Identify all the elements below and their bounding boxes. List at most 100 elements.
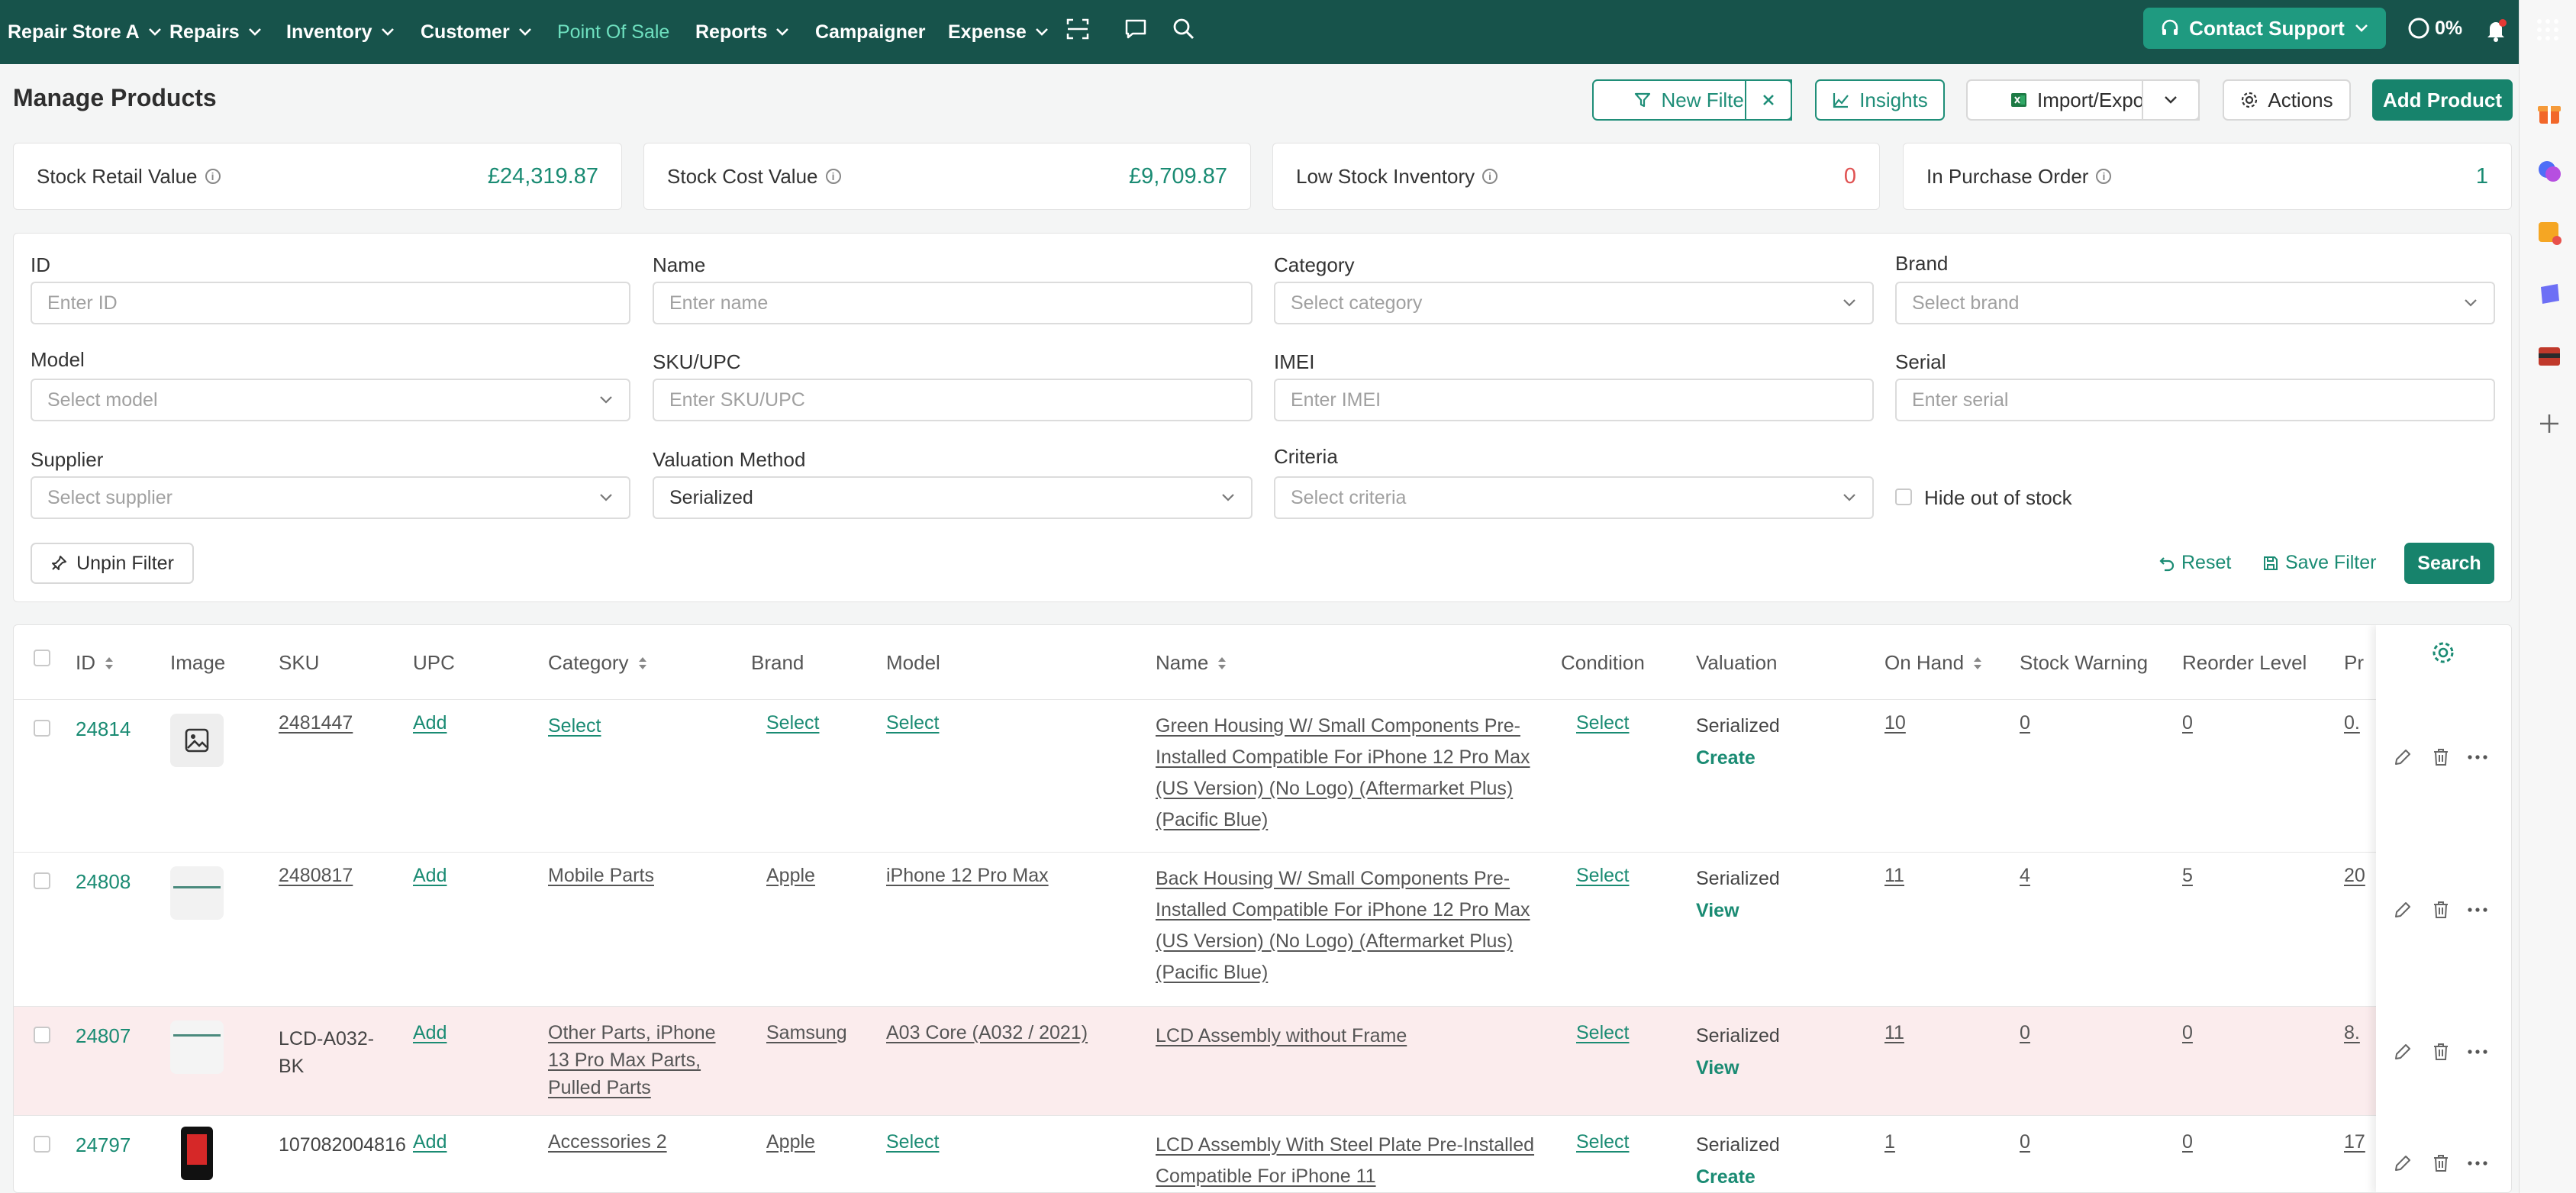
- scan-icon[interactable]: [1066, 17, 1090, 41]
- row-brand[interactable]: Samsung: [766, 1017, 847, 1049]
- contact-support-button[interactable]: Contact Support: [2143, 8, 2386, 49]
- row-valuation-create-link[interactable]: Create: [1696, 1162, 1755, 1192]
- model-select[interactable]: Select model: [31, 379, 630, 421]
- info-icon[interactable]: i: [1482, 169, 1498, 184]
- copilot-icon[interactable]: [2536, 159, 2562, 185]
- store-switcher[interactable]: Repair Store A: [8, 0, 163, 64]
- row-upc-add-link[interactable]: Add: [413, 860, 447, 892]
- row-price[interactable]: 0.: [2344, 708, 2360, 739]
- brand-select[interactable]: Select brand: [1895, 282, 2495, 324]
- row-sku[interactable]: 2480817: [279, 860, 353, 892]
- more-options-icon[interactable]: [2466, 1042, 2489, 1062]
- select-all-checkbox[interactable]: [34, 650, 50, 666]
- import-export-dropdown[interactable]: [2142, 79, 2200, 121]
- col-category[interactable]: Category: [548, 651, 649, 675]
- row-stock-warning[interactable]: 4: [2020, 860, 2030, 892]
- row-stock-warning[interactable]: 0: [2020, 1127, 2030, 1158]
- row-sku[interactable]: 2481447: [279, 708, 353, 739]
- trash-icon[interactable]: [2431, 1153, 2451, 1173]
- more-options-icon[interactable]: [2466, 1153, 2489, 1173]
- insights-button[interactable]: Insights: [1815, 79, 1945, 121]
- row-reorder-level[interactable]: 0: [2182, 708, 2193, 739]
- col-name[interactable]: Name: [1156, 651, 1228, 675]
- sku-input[interactable]: Enter SKU/UPC: [653, 379, 1253, 421]
- row-condition-select-link[interactable]: Select: [1576, 1127, 1629, 1158]
- row-valuation-view-link[interactable]: View: [1696, 895, 1739, 927]
- unpin-filter-button[interactable]: Unpin Filter: [31, 543, 194, 584]
- bell-icon[interactable]: [2483, 17, 2509, 43]
- trash-icon[interactable]: [2431, 900, 2451, 920]
- row-checkbox[interactable]: [34, 872, 50, 889]
- column-settings-gear-icon[interactable]: [2431, 640, 2455, 665]
- row-brand[interactable]: Apple: [766, 1127, 815, 1158]
- row-category[interactable]: Other Parts, iPhone 13 Pro Max Parts, Pu…: [548, 1019, 739, 1101]
- add-app-icon[interactable]: [2536, 411, 2562, 437]
- hide-out-of-stock-checkbox[interactable]: [1895, 488, 1912, 505]
- row-stock-warning[interactable]: 0: [2020, 708, 2030, 739]
- trash-icon[interactable]: [2431, 1042, 2451, 1062]
- row-on-hand[interactable]: 11: [1884, 1017, 1904, 1049]
- nav-campaigner[interactable]: Campaigner: [815, 0, 925, 64]
- gift-icon[interactable]: [2536, 99, 2562, 125]
- clear-filter-button[interactable]: [1745, 79, 1792, 121]
- edit-icon[interactable]: [2393, 1042, 2413, 1062]
- row-name-link[interactable]: LCD Assembly without Frame: [1156, 1020, 1545, 1052]
- row-condition-select-link[interactable]: Select: [1576, 708, 1629, 739]
- row-price[interactable]: 8.: [2344, 1017, 2360, 1049]
- row-upc-add-link[interactable]: Add: [413, 1127, 447, 1158]
- nav-point-of-sale[interactable]: Point Of Sale: [557, 0, 669, 64]
- row-reorder-level[interactable]: 5: [2182, 860, 2193, 892]
- more-options-icon[interactable]: [2466, 900, 2489, 920]
- save-filter-button[interactable]: Save Filter: [2262, 552, 2376, 574]
- info-icon[interactable]: i: [825, 169, 841, 184]
- id-input[interactable]: Enter ID: [31, 282, 630, 324]
- row-condition-select-link[interactable]: Select: [1576, 860, 1629, 892]
- row-on-hand[interactable]: 1: [1884, 1127, 1895, 1158]
- product-image[interactable]: [170, 1020, 224, 1074]
- progress-indicator[interactable]: 0%: [2407, 17, 2462, 40]
- serial-input[interactable]: Enter serial: [1895, 379, 2495, 421]
- trash-icon[interactable]: [2431, 747, 2451, 767]
- row-name-link[interactable]: Back Housing W/ Small Components Pre-Ins…: [1156, 863, 1545, 988]
- supplier-select[interactable]: Select supplier: [31, 476, 630, 519]
- actions-button[interactable]: Actions: [2223, 79, 2351, 121]
- nav-reports[interactable]: Reports: [695, 0, 790, 64]
- row-brand[interactable]: Apple: [766, 860, 815, 892]
- row-name-link[interactable]: LCD Assembly With Steel Plate Pre-Instal…: [1156, 1130, 1545, 1192]
- search-button[interactable]: Search: [2404, 543, 2494, 584]
- add-product-button[interactable]: Add Product: [2372, 79, 2513, 121]
- row-category-select-link[interactable]: Select: [548, 711, 601, 742]
- row-id[interactable]: 24808: [76, 866, 131, 898]
- row-price[interactable]: 20: [2344, 860, 2365, 892]
- row-checkbox[interactable]: [34, 720, 50, 737]
- row-model[interactable]: iPhone 12 Pro Max: [886, 860, 1049, 892]
- edit-icon[interactable]: [2393, 747, 2413, 767]
- row-checkbox[interactable]: [34, 1136, 50, 1153]
- col-id[interactable]: ID: [76, 651, 115, 675]
- wallet-app-icon[interactable]: [2536, 343, 2562, 369]
- row-condition-select-link[interactable]: Select: [1576, 1017, 1629, 1049]
- more-options-icon[interactable]: [2466, 747, 2489, 767]
- row-upc-add-link[interactable]: Add: [413, 1017, 447, 1049]
- row-stock-warning[interactable]: 0: [2020, 1017, 2030, 1049]
- edit-icon[interactable]: [2393, 900, 2413, 920]
- criteria-select[interactable]: Select criteria: [1274, 476, 1874, 519]
- shield-app-icon[interactable]: [2536, 281, 2562, 307]
- row-valuation-view-link[interactable]: View: [1696, 1053, 1739, 1084]
- edit-icon[interactable]: [2393, 1153, 2413, 1173]
- row-model-select-link[interactable]: Select: [886, 1127, 939, 1158]
- row-id[interactable]: 24807: [76, 1020, 131, 1052]
- chat-icon[interactable]: [1124, 17, 1148, 41]
- product-image[interactable]: [170, 1127, 224, 1180]
- row-valuation-create-link[interactable]: Create: [1696, 743, 1755, 774]
- imei-input[interactable]: Enter IMEI: [1274, 379, 1874, 421]
- info-icon[interactable]: i: [2096, 169, 2112, 184]
- name-input[interactable]: Enter name: [653, 282, 1253, 324]
- row-reorder-level[interactable]: 0: [2182, 1127, 2193, 1158]
- row-category[interactable]: Mobile Parts: [548, 860, 654, 892]
- nav-customer[interactable]: Customer: [421, 0, 533, 64]
- nav-inventory[interactable]: Inventory: [286, 0, 395, 64]
- row-price[interactable]: 17: [2344, 1127, 2365, 1158]
- apps-grid-icon[interactable]: [2535, 17, 2561, 43]
- category-select[interactable]: Select category: [1274, 282, 1874, 324]
